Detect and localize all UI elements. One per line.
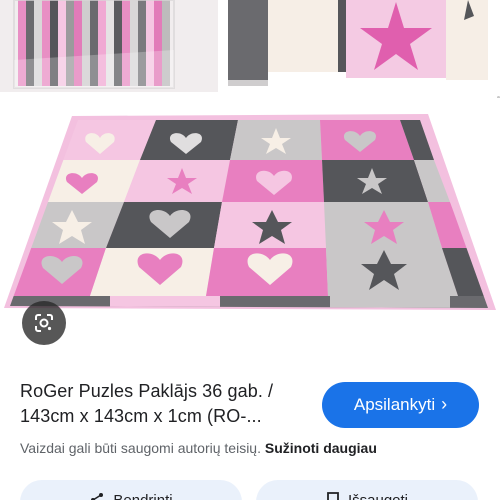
save-button[interactable]: Išsaugoti xyxy=(256,480,478,500)
share-icon xyxy=(91,493,104,500)
puzzle-mat-image xyxy=(4,114,496,310)
share-button-label: Bendrinti xyxy=(113,492,172,500)
related-image-right[interactable] xyxy=(228,0,500,92)
learn-more-link[interactable]: Sužinoti daugiau xyxy=(265,440,377,456)
lens-button[interactable] xyxy=(22,301,66,345)
chevron-right-icon: › xyxy=(441,394,448,414)
visit-button[interactable]: Apsilankyti › xyxy=(322,382,479,428)
visit-button-label: Apsilankyti xyxy=(353,395,436,414)
standing-tiles-image xyxy=(228,0,500,92)
product-title-line2: 143cm x 143cm x 1cm (RO-... xyxy=(20,406,262,426)
bookmark-icon xyxy=(327,492,339,500)
stacked-tiles-image xyxy=(0,0,218,92)
copyright-notice: Vaizdai gali būti saugomi autorių teisių… xyxy=(20,440,377,456)
product-image[interactable] xyxy=(0,98,500,368)
save-button-label: Išsaugoti xyxy=(348,492,408,500)
share-button[interactable]: Bendrinti xyxy=(20,480,242,500)
related-image-left[interactable] xyxy=(0,0,218,92)
google-lens-icon xyxy=(35,314,53,332)
product-title-line1: RoGer Puzles Paklājs 36 gab. / xyxy=(20,381,274,401)
product-title[interactable]: RoGer Puzles Paklājs 36 gab. / 143cm x 1… xyxy=(20,379,312,429)
copyright-text: Vaizdai gali būti saugomi autorių teisių… xyxy=(20,440,261,456)
